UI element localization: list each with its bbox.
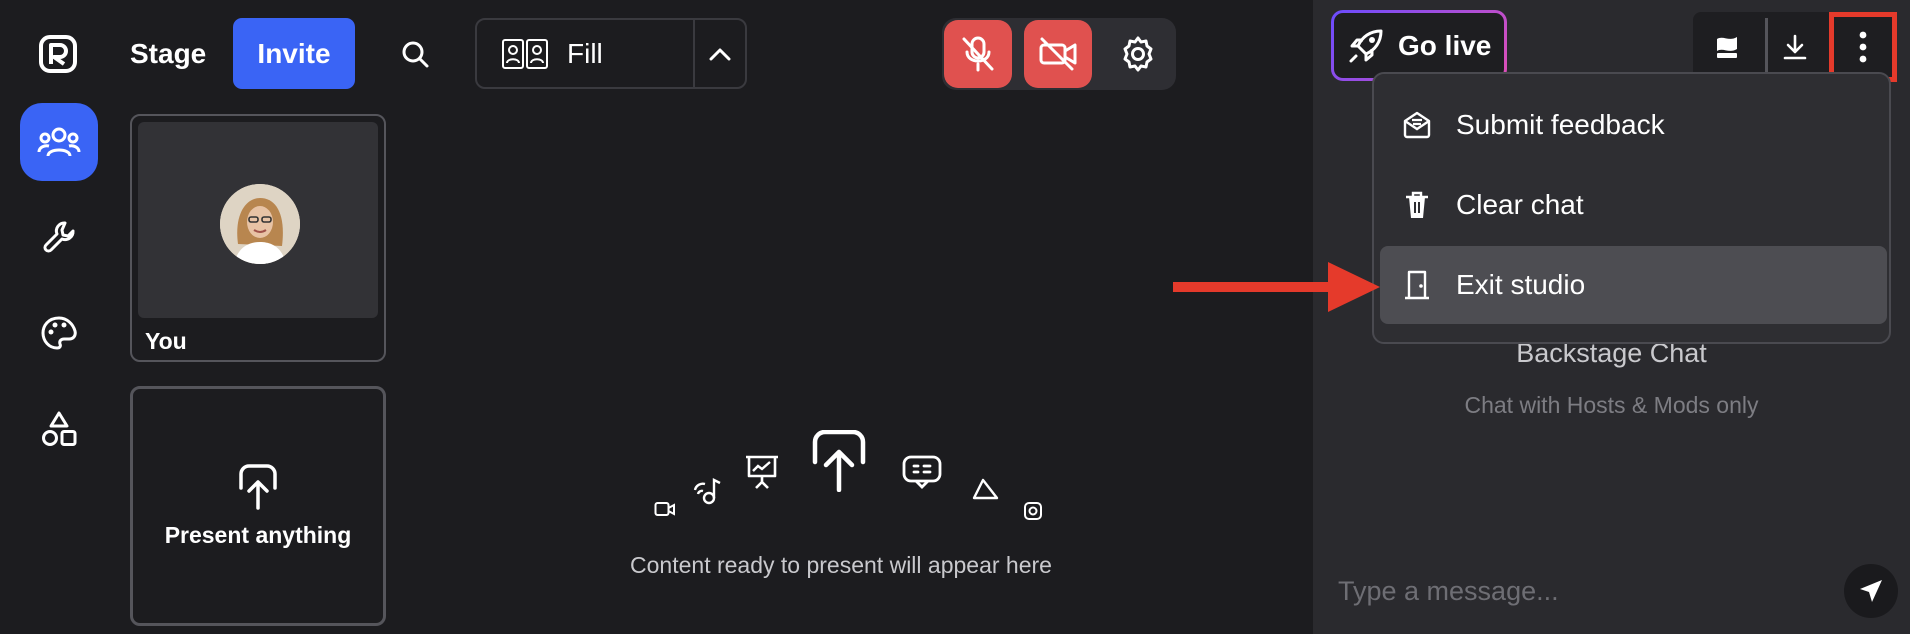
upload-present-icon bbox=[239, 463, 277, 510]
backstage-chat-subtitle: Chat with Hosts & Mods only bbox=[1464, 392, 1759, 418]
layout-toggle-button[interactable] bbox=[695, 20, 745, 87]
rail-people-button[interactable] bbox=[20, 103, 98, 181]
settings-button[interactable] bbox=[1104, 20, 1172, 88]
rail-tools-button[interactable] bbox=[20, 198, 98, 276]
menu-item-submit-feedback[interactable]: Submit feedback bbox=[1380, 86, 1887, 164]
layout-select-label: Fill bbox=[567, 37, 603, 69]
present-anything-label: Present anything bbox=[164, 521, 352, 548]
search-button[interactable] bbox=[395, 30, 435, 78]
download-icon bbox=[1783, 34, 1807, 60]
left-rail bbox=[0, 0, 117, 634]
music-icon bbox=[693, 478, 721, 505]
settings-small-icon bbox=[1024, 502, 1042, 520]
chevron-up-icon bbox=[709, 48, 731, 60]
stage-label: Stage bbox=[130, 38, 207, 69]
door-icon bbox=[1400, 268, 1434, 302]
menu-item-label: Submit feedback bbox=[1456, 109, 1665, 140]
layout-select-value[interactable]: Fill bbox=[477, 20, 695, 87]
menu-item-clear-chat[interactable]: Clear chat bbox=[1380, 166, 1887, 244]
triangle-icon bbox=[972, 478, 999, 500]
menu-item-label: Exit studio bbox=[1456, 269, 1586, 300]
menu-item-label: Clear chat bbox=[1456, 189, 1584, 220]
menu-item-exit-studio[interactable]: Exit studio bbox=[1380, 246, 1887, 324]
gear-icon bbox=[1123, 36, 1153, 72]
more-vertical-icon bbox=[1859, 31, 1867, 63]
chat-message-input[interactable]: Type a message... bbox=[1338, 576, 1818, 607]
participant-tile-you[interactable]: You bbox=[130, 114, 386, 362]
feedback-icon bbox=[1400, 108, 1434, 142]
participant-name: You bbox=[145, 328, 187, 354]
av-controls bbox=[942, 18, 1176, 90]
shapes-icon bbox=[42, 411, 77, 446]
palette-icon bbox=[41, 316, 77, 350]
trash-icon bbox=[1400, 188, 1434, 222]
rocket-icon bbox=[1349, 29, 1383, 62]
wrench-icon bbox=[43, 221, 75, 253]
camera-off-icon bbox=[1039, 37, 1077, 71]
rail-brand-button[interactable] bbox=[20, 294, 98, 372]
overlay-icon bbox=[902, 455, 942, 489]
more-options-menu: Submit feedback Clear chat Exit studio bbox=[1372, 72, 1891, 344]
restream-logo-icon bbox=[39, 35, 77, 73]
go-live-label: Go live bbox=[1398, 29, 1492, 61]
layout-select[interactable]: Fill bbox=[475, 18, 747, 89]
layout-two-person-icon bbox=[502, 38, 548, 69]
avatar bbox=[220, 184, 300, 264]
video-preview bbox=[138, 122, 378, 318]
present-anything-tile[interactable]: Present anything bbox=[130, 386, 386, 626]
search-icon bbox=[402, 41, 429, 68]
send-icon bbox=[1860, 580, 1882, 602]
mute-mic-button[interactable] bbox=[944, 20, 1012, 88]
annotation-arrow-shaft bbox=[1173, 282, 1333, 292]
send-button[interactable] bbox=[1844, 564, 1898, 618]
video-icon bbox=[654, 502, 675, 516]
people-icon bbox=[37, 127, 81, 157]
flag-icon bbox=[1717, 37, 1737, 58]
rail-elements-button[interactable] bbox=[20, 390, 98, 468]
present-options-illustration bbox=[640, 420, 1060, 530]
presentation-icon bbox=[746, 455, 778, 489]
stage-empty-message: Content ready to present will appear her… bbox=[630, 552, 1052, 578]
camera-off-button[interactable] bbox=[1024, 20, 1092, 88]
annotation-arrow-head bbox=[1328, 262, 1380, 312]
upload-icon bbox=[812, 430, 866, 492]
mic-off-icon bbox=[962, 36, 994, 72]
studio-root: Stage Invite Fill You Present anything C… bbox=[0, 0, 1910, 634]
go-live-button[interactable]: Go live bbox=[1331, 10, 1507, 81]
invite-button[interactable]: Invite bbox=[233, 18, 355, 89]
